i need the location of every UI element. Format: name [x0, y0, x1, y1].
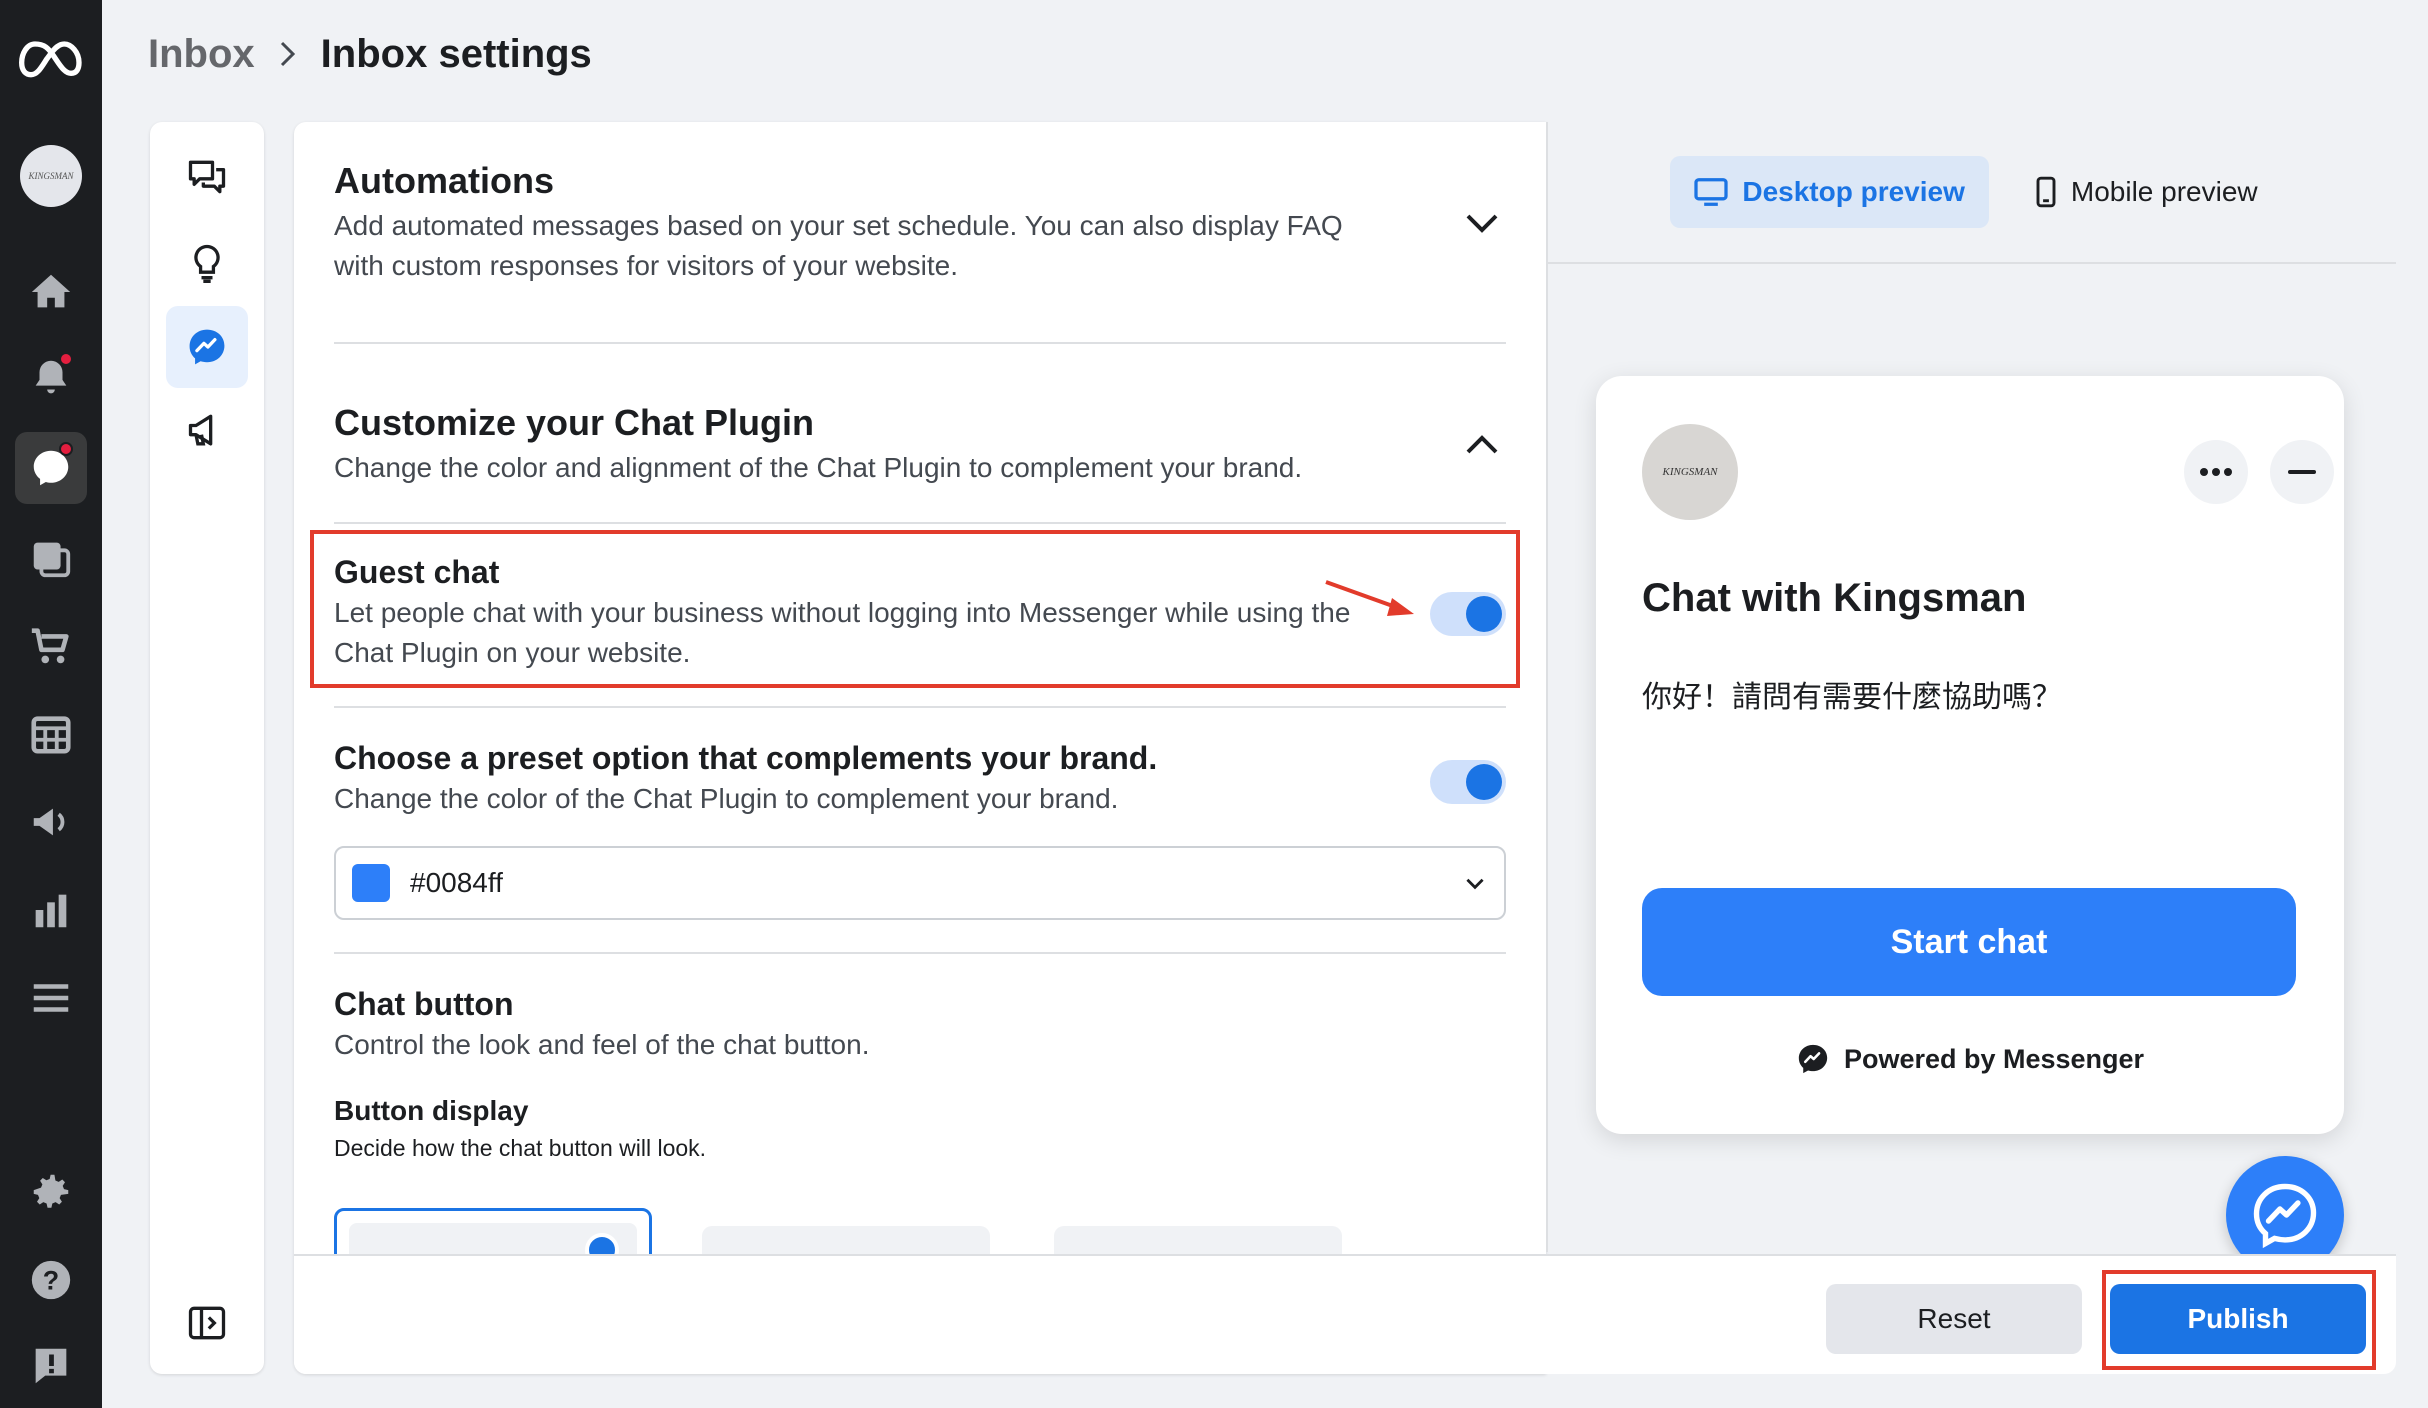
more-options-icon[interactable] — [2184, 440, 2248, 504]
megaphone-icon[interactable] — [166, 390, 248, 472]
chevron-down-icon — [1466, 878, 1484, 890]
settings-panel: Automations Add automated messages based… — [294, 122, 1546, 1374]
powered-by-text: Powered by Messenger — [1843, 1043, 2145, 1074]
tab-desktop-preview[interactable]: Desktop preview — [1670, 156, 1989, 228]
insights-icon[interactable] — [15, 874, 87, 946]
report-icon[interactable] — [15, 1330, 87, 1402]
breadcrumb-inbox-link[interactable]: Inbox — [148, 32, 255, 77]
breadcrumb: Inbox Inbox settings — [148, 28, 592, 80]
chat-button-description: Control the look and feel of the chat bu… — [334, 1029, 870, 1060]
help-icon[interactable]: ? — [15, 1244, 87, 1316]
inbox-subnav — [150, 122, 264, 1374]
messenger-logo-icon — [1798, 1044, 1828, 1074]
automations-section[interactable]: Automations Add automated messages based… — [334, 160, 1394, 286]
commerce-icon[interactable] — [15, 610, 87, 682]
menu-icon[interactable] — [15, 962, 87, 1034]
page-title: Inbox settings — [320, 31, 592, 76]
chat-title: Chat with Kingsman — [1642, 576, 2027, 620]
powered-by: Powered by Messenger — [1596, 1042, 2344, 1076]
chat-plugin-card: KINGSMAN Chat with Kingsman 你好！請問有需要什麼協助… — [1596, 376, 2344, 1134]
avatar[interactable]: KINGSMAN — [15, 140, 87, 212]
annotation-highlight-box — [2102, 1270, 2376, 1370]
planner-icon[interactable] — [15, 698, 87, 770]
ads-icon[interactable] — [15, 786, 87, 858]
reset-button[interactable]: Reset — [1826, 1284, 2082, 1354]
meta-logo-icon[interactable] — [15, 24, 87, 96]
chat-button-title: Chat button — [334, 986, 514, 1022]
preset-section: Choose a preset option that complements … — [334, 740, 1374, 819]
customize-description: Change the color and alignment of the Ch… — [334, 452, 1303, 483]
mobile-icon — [2036, 176, 2056, 208]
button-display-title: Button display — [334, 1095, 529, 1126]
notification-dot — [59, 352, 73, 366]
global-sidebar: KINGSMAN ? — [0, 0, 102, 1408]
collapse-panel-icon[interactable] — [166, 1282, 248, 1364]
preview-panel: Desktop preview Mobile preview KINGSMAN … — [1546, 122, 2396, 1252]
preset-title: Choose a preset option that complements … — [334, 740, 1158, 776]
avatar-logo-text: KINGSMAN — [28, 171, 74, 181]
inbox-icon[interactable] — [15, 432, 87, 504]
automations-title: Automations — [334, 160, 554, 201]
automations-description: Add automated messages based on your set… — [334, 210, 1343, 281]
greeting-message: 你好！請問有需要什麼協助嗎？ — [1642, 681, 2062, 714]
svg-text:?: ? — [43, 1266, 59, 1296]
divider — [334, 952, 1506, 954]
customize-title: Customize your Chat Plugin — [334, 402, 815, 443]
messenger-icon — [2253, 1183, 2317, 1249]
inbox-unread-dot — [59, 442, 73, 456]
annotation-highlight-box — [310, 530, 1520, 688]
preset-description: Change the color of the Chat Plugin to c… — [334, 783, 1119, 814]
chevron-right-icon — [277, 39, 299, 69]
business-avatar: KINGSMAN — [1642, 424, 1738, 520]
color-select[interactable]: #0084ff — [334, 846, 1506, 920]
divider — [334, 706, 1506, 708]
preview-tabs: Desktop preview Mobile preview — [1548, 122, 2396, 264]
business-logo-text: KINGSMAN — [1662, 466, 1718, 478]
notifications-icon[interactable] — [15, 342, 87, 414]
conversations-icon[interactable] — [166, 136, 248, 218]
button-display-description: Decide how the chat button will look. — [334, 1135, 707, 1161]
preset-toggle[interactable] — [1430, 760, 1506, 804]
lightbulb-icon[interactable] — [166, 222, 248, 304]
color-value: #0084ff — [410, 867, 503, 898]
chevron-down-icon[interactable] — [1460, 202, 1504, 246]
settings-icon[interactable] — [15, 1156, 87, 1228]
home-icon[interactable] — [15, 256, 87, 328]
chevron-up-icon[interactable] — [1460, 422, 1504, 466]
divider — [334, 342, 1506, 344]
tab-mobile-preview[interactable]: Mobile preview — [2019, 156, 2274, 228]
color-swatch — [352, 864, 390, 902]
tab-desktop-label: Desktop preview — [1742, 176, 1965, 207]
settings-footer: Reset Publish — [294, 1254, 2396, 1374]
messenger-icon[interactable] — [166, 306, 248, 388]
pages-icon[interactable] — [15, 522, 87, 594]
start-chat-button[interactable]: Start chat — [1642, 888, 2296, 996]
divider — [334, 522, 1506, 524]
tab-mobile-label: Mobile preview — [2070, 176, 2258, 207]
desktop-icon — [1694, 178, 1728, 206]
chat-button-section: Chat button Control the look and feel of… — [334, 986, 1374, 1162]
customize-section[interactable]: Customize your Chat Plugin Change the co… — [334, 402, 1394, 488]
minimize-icon[interactable] — [2270, 440, 2334, 504]
